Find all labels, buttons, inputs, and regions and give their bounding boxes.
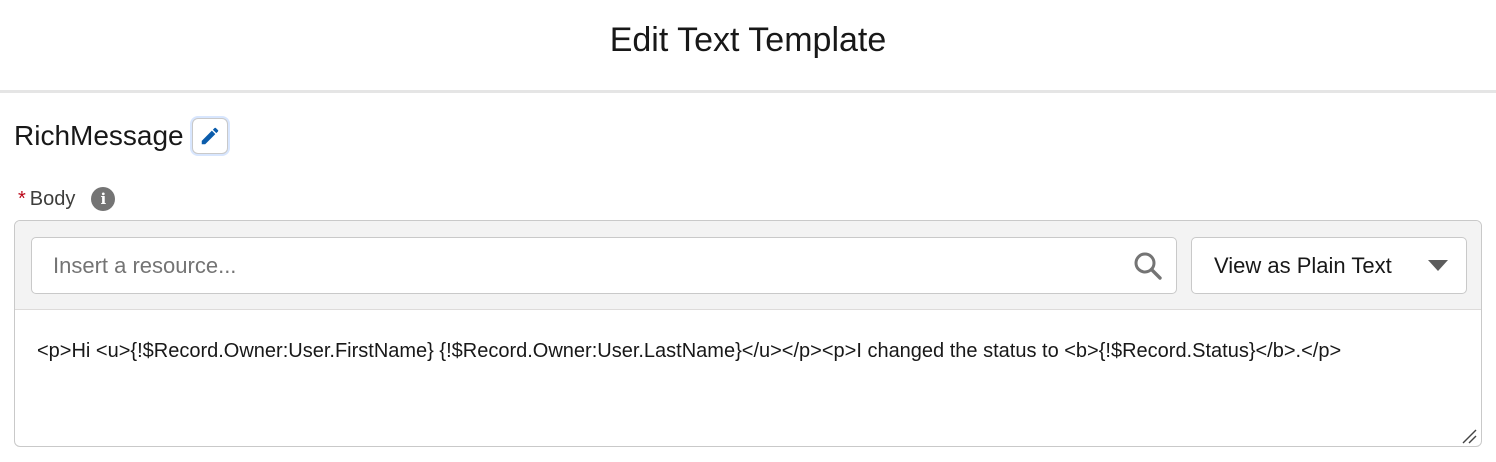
view-mode-select[interactable]: View as Plain Text	[1191, 237, 1467, 294]
pencil-icon	[201, 127, 218, 145]
editor-text-area[interactable]: <p>Hi <u>{!$Record.Owner:User.FirstName}…	[15, 310, 1481, 446]
body-label: Body	[29, 187, 76, 210]
chevron-down-icon	[1428, 260, 1448, 271]
resize-handle-icon[interactable]	[1461, 428, 1477, 444]
editor-content[interactable]: <p>Hi <u>{!$Record.Owner:User.FirstName}…	[37, 324, 1459, 378]
required-marker: *	[18, 187, 26, 210]
modal-header: Edit Text Template	[0, 0, 1496, 93]
info-glyph: i	[100, 190, 107, 208]
view-mode-label: View as Plain Text	[1214, 252, 1392, 278]
body-editor: View as Plain Text <p>Hi <u>{!$Record.Ow…	[14, 220, 1482, 447]
template-name-row: RichMessage	[14, 116, 228, 156]
page-title: Edit Text Template	[609, 20, 887, 59]
edit-name-button[interactable]	[191, 118, 228, 154]
template-name: RichMessage	[14, 120, 184, 151]
resource-search-input[interactable]	[32, 238, 1132, 293]
body-field-label: * Body i	[18, 184, 116, 214]
search-icon[interactable]	[1132, 250, 1164, 282]
info-icon[interactable]: i	[91, 187, 116, 211]
editor-toolbar: View as Plain Text	[15, 221, 1481, 310]
resource-search	[31, 237, 1177, 294]
